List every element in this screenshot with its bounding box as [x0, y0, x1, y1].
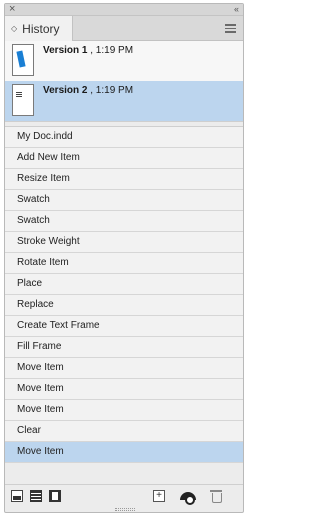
- new-document-from-state-icon[interactable]: [11, 490, 23, 502]
- snapshot-thumbnail: [12, 84, 34, 116]
- resize-grip[interactable]: [115, 508, 135, 511]
- panel-menu-icon[interactable]: [225, 24, 236, 33]
- history-item[interactable]: Place: [5, 274, 243, 295]
- trash-icon[interactable]: [210, 490, 222, 503]
- thumbnail-shape-icon: [16, 50, 26, 68]
- history-item[interactable]: Stroke Weight: [5, 232, 243, 253]
- collapse-panel-icon[interactable]: ‹‹: [234, 3, 239, 15]
- panel-toolbar: +: [5, 484, 243, 506]
- tab-row: ◇ History: [5, 16, 243, 42]
- tab-expand-icon[interactable]: ◇: [11, 25, 17, 33]
- new-snapshot-icon[interactable]: +: [153, 490, 165, 502]
- create-snapshot-icon[interactable]: [30, 490, 42, 502]
- history-item[interactable]: Add New Item: [5, 148, 243, 169]
- history-item[interactable]: Swatch: [5, 190, 243, 211]
- history-panel: × ‹‹ ◇ History Version 1 , 1:19 PM Versi…: [4, 3, 244, 513]
- history-item[interactable]: Move Item: [5, 358, 243, 379]
- history-item[interactable]: Move Item: [5, 379, 243, 400]
- thumbnail-text-icon: [16, 92, 22, 98]
- eye-icon[interactable]: [180, 490, 196, 505]
- close-icon[interactable]: ×: [9, 3, 15, 15]
- snapshot-row[interactable]: Version 1 , 1:19 PM: [5, 41, 243, 81]
- snapshot-thumbnail: [12, 44, 34, 76]
- snapshot-time: , 1:19 PM: [90, 45, 134, 56]
- history-item[interactable]: Resize Item: [5, 169, 243, 190]
- snapshot-name: Version 2: [43, 85, 88, 96]
- history-item-selected[interactable]: Move Item: [5, 442, 243, 463]
- history-list: My Doc.indd Add New Item Resize Item Swa…: [5, 127, 243, 463]
- snapshot-name: Version 1: [43, 45, 88, 56]
- tab-history[interactable]: ◇ History: [5, 16, 73, 42]
- history-item[interactable]: Move Item: [5, 400, 243, 421]
- history-item[interactable]: Rotate Item: [5, 253, 243, 274]
- snapshot-row-selected[interactable]: Version 2 , 1:19 PM: [5, 81, 243, 121]
- panel-title-bar[interactable]: × ‹‹: [5, 3, 243, 16]
- history-item[interactable]: Swatch: [5, 211, 243, 232]
- tab-history-label: History: [22, 22, 60, 36]
- history-item[interactable]: Fill Frame: [5, 337, 243, 358]
- history-item[interactable]: Create Text Frame: [5, 316, 243, 337]
- book-icon[interactable]: [49, 490, 61, 502]
- history-item[interactable]: My Doc.indd: [5, 127, 243, 148]
- snapshot-time: , 1:19 PM: [90, 85, 134, 96]
- history-item[interactable]: Clear: [5, 421, 243, 442]
- history-item[interactable]: Replace: [5, 295, 243, 316]
